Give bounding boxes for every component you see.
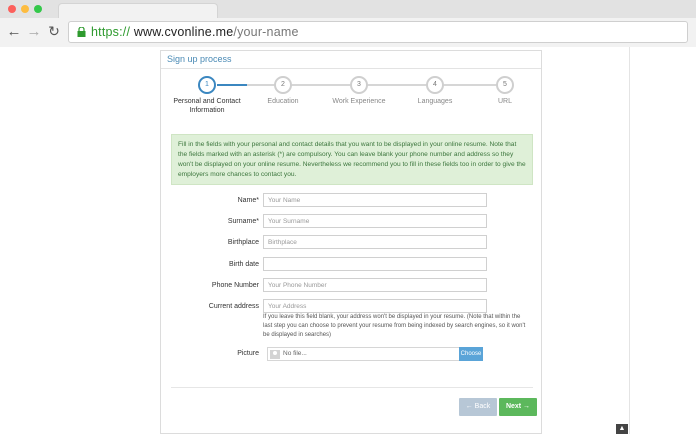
step-3[interactable]: 3 [350,76,368,94]
address-input[interactable]: Your Address [263,299,487,313]
birthplace-input[interactable]: Birthplace [263,235,487,249]
picture-file-input[interactable]: No file... Choose [267,347,483,361]
forward-arrow-icon[interactable]: → [26,23,42,39]
reload-icon[interactable]: ↻ [46,23,62,39]
address-help-text: If you leave this field blank, your addr… [263,314,526,338]
birthdate-label: Birth date [229,261,259,268]
address-label: Current address [208,303,259,310]
page-divider [629,47,630,434]
back-button[interactable]: ← Back [459,398,497,416]
step-2[interactable]: 2 [274,76,292,94]
panel-title: Sign up process [167,54,232,64]
panel-header: Sign up process [161,51,541,69]
user-icon [270,350,280,359]
lock-icon [77,27,86,37]
step-5[interactable]: 5 [496,76,514,94]
url-text: https:// www.cvonline.me/your-name [91,25,299,39]
back-arrow-icon[interactable]: ← [6,23,22,39]
info-alert: Fill in the fields with your personal an… [171,134,533,185]
birthplace-label: Birthplace [227,239,259,246]
signup-panel: Sign up process 1 2 3 4 5 Personal and C… [160,50,542,434]
step-5-label: URL [497,98,512,105]
name-label: Name* [237,197,259,204]
name-input[interactable]: Your Name [263,193,487,207]
next-button[interactable]: Next → [499,398,537,416]
scroll-top-button[interactable]: ▲ [616,424,628,434]
footer-divider [171,387,533,388]
phone-input[interactable]: Your Phone Number [263,278,487,292]
stepper-progress-line [217,84,247,86]
phone-label: Phone Number [211,282,259,289]
minimize-window-button[interactable] [21,5,29,13]
step-1[interactable]: 1 [198,76,216,94]
address-bar[interactable]: https:// www.cvonline.me/your-name [68,21,688,43]
birthdate-input[interactable] [263,257,487,271]
file-name-text: No file... [283,350,307,357]
url-protocol: https:// [91,25,131,39]
browser-titlebar [0,0,696,19]
surname-label: Surname* [227,218,259,225]
url-host: www.cvonline.me [133,25,234,39]
url-path: /your-name [233,25,299,39]
picture-label: Picture [237,350,259,357]
step-4[interactable]: 4 [426,76,444,94]
maximize-window-button[interactable] [34,5,42,13]
surname-input[interactable]: Your Surname [263,214,487,228]
browser-chrome: ← → ↻ https:// www.cvonline.me/your-name [0,0,696,47]
browser-navbar: ← → ↻ https:// www.cvonline.me/your-name [0,18,696,47]
choose-file-button[interactable]: Choose [459,347,483,361]
browser-tab[interactable] [58,3,218,19]
close-window-button[interactable] [8,5,16,13]
